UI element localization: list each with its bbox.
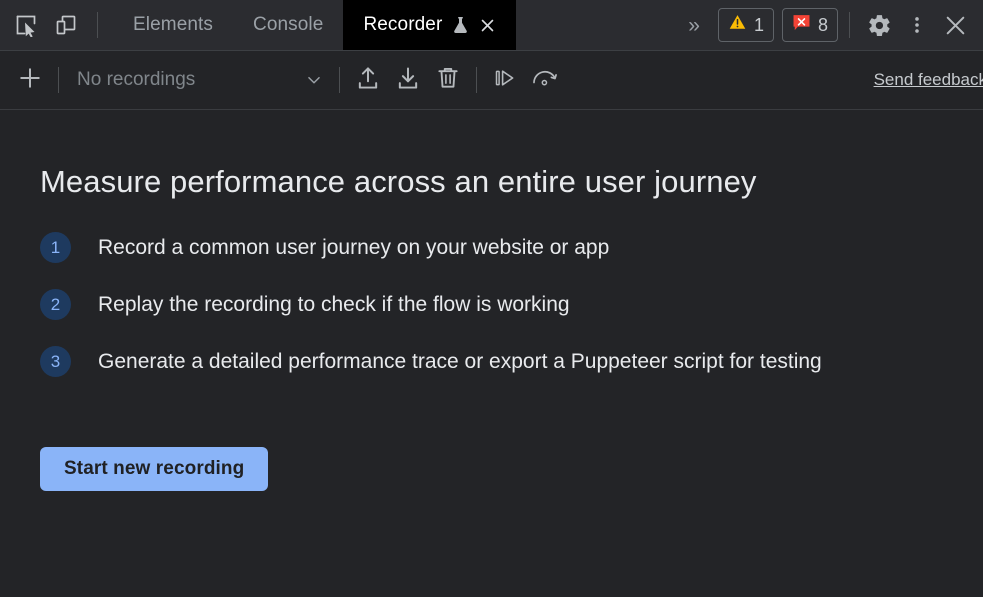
step-text: Generate a detailed performance trace or… bbox=[98, 350, 822, 373]
inspect-element-icon bbox=[14, 13, 38, 37]
inspect-element-button[interactable] bbox=[8, 7, 44, 43]
plus-icon bbox=[16, 64, 44, 97]
export-recording-button[interactable] bbox=[388, 60, 428, 100]
import-icon bbox=[354, 64, 382, 97]
warning-count-badge[interactable]: 1 bbox=[717, 8, 774, 42]
panel-tabs: Elements Console Recorder bbox=[113, 0, 517, 50]
device-toolbar-button[interactable] bbox=[48, 7, 84, 43]
send-feedback-link[interactable]: Send feedback bbox=[874, 70, 983, 90]
list-item: 1 Record a common user journey on your w… bbox=[40, 228, 943, 268]
replay-icon bbox=[490, 64, 520, 97]
step-number-badge: 1 bbox=[40, 232, 71, 263]
devtools-tabbar: Elements Console Recorder » 1 8 bbox=[0, 0, 983, 51]
toolbar-divider-3 bbox=[476, 67, 477, 93]
measure-performance-icon bbox=[529, 64, 561, 97]
recordings-select[interactable]: No recordings bbox=[67, 60, 331, 100]
delete-recording-button[interactable] bbox=[428, 60, 468, 100]
toolbar-divider-2 bbox=[339, 67, 340, 93]
tabbar-right-divider bbox=[849, 12, 850, 38]
recorder-toolbar: No recordings Send feedback bbox=[0, 51, 983, 110]
list-item: 3 Generate a detailed performance trace … bbox=[40, 342, 943, 382]
step-text: Record a common user journey on your web… bbox=[98, 236, 610, 259]
step-number-badge: 2 bbox=[40, 289, 71, 320]
chevron-down-icon bbox=[303, 69, 325, 91]
export-icon bbox=[394, 64, 422, 97]
trash-icon bbox=[434, 64, 462, 97]
tabbar-left-controls bbox=[0, 0, 107, 50]
toolbar-divider-1 bbox=[58, 67, 59, 93]
warning-count: 1 bbox=[753, 15, 764, 35]
close-devtools-button[interactable] bbox=[937, 7, 973, 43]
tab-elements-label: Elements bbox=[133, 14, 214, 35]
gear-icon bbox=[867, 13, 892, 38]
error-icon bbox=[792, 13, 811, 37]
start-new-recording-button[interactable]: Start new recording bbox=[40, 447, 269, 491]
add-recording-button[interactable] bbox=[10, 60, 50, 100]
replay-recording-button[interactable] bbox=[485, 60, 525, 100]
tab-recorder[interactable]: Recorder bbox=[343, 0, 517, 50]
three-dot-menu-icon bbox=[906, 14, 928, 36]
recorder-empty-state: Measure performance across an entire use… bbox=[0, 110, 983, 597]
tab-elements[interactable]: Elements bbox=[113, 0, 233, 50]
list-item: 2 Replay the recording to check if the f… bbox=[40, 285, 943, 325]
more-tabs-button[interactable]: » bbox=[678, 15, 710, 36]
tab-recorder-label: Recorder bbox=[363, 14, 443, 35]
settings-button[interactable] bbox=[861, 7, 897, 43]
warning-icon bbox=[728, 13, 747, 37]
measure-performance-button[interactable] bbox=[525, 60, 565, 100]
recordings-select-value: No recordings bbox=[77, 69, 196, 90]
more-options-button[interactable] bbox=[899, 7, 935, 43]
device-toolbar-icon bbox=[54, 13, 78, 37]
tabbar-right-controls: » 1 8 bbox=[678, 0, 983, 50]
steps-list: 1 Record a common user journey on your w… bbox=[40, 228, 943, 382]
close-devtools-icon bbox=[943, 13, 968, 38]
error-count: 8 bbox=[817, 15, 828, 35]
tab-recorder-close-button[interactable] bbox=[479, 17, 496, 34]
error-count-badge[interactable]: 8 bbox=[781, 8, 838, 42]
page-title: Measure performance across an entire use… bbox=[40, 164, 757, 199]
step-text: Replay the recording to check if the flo… bbox=[98, 293, 570, 316]
import-recording-button[interactable] bbox=[348, 60, 388, 100]
tab-console[interactable]: Console bbox=[233, 0, 343, 50]
tab-console-label: Console bbox=[253, 14, 324, 35]
step-number-badge: 3 bbox=[40, 346, 71, 377]
devtools-window: Elements Console Recorder » 1 8 No recor… bbox=[0, 0, 983, 597]
tabbar-divider bbox=[97, 12, 98, 38]
flask-icon bbox=[452, 15, 469, 35]
